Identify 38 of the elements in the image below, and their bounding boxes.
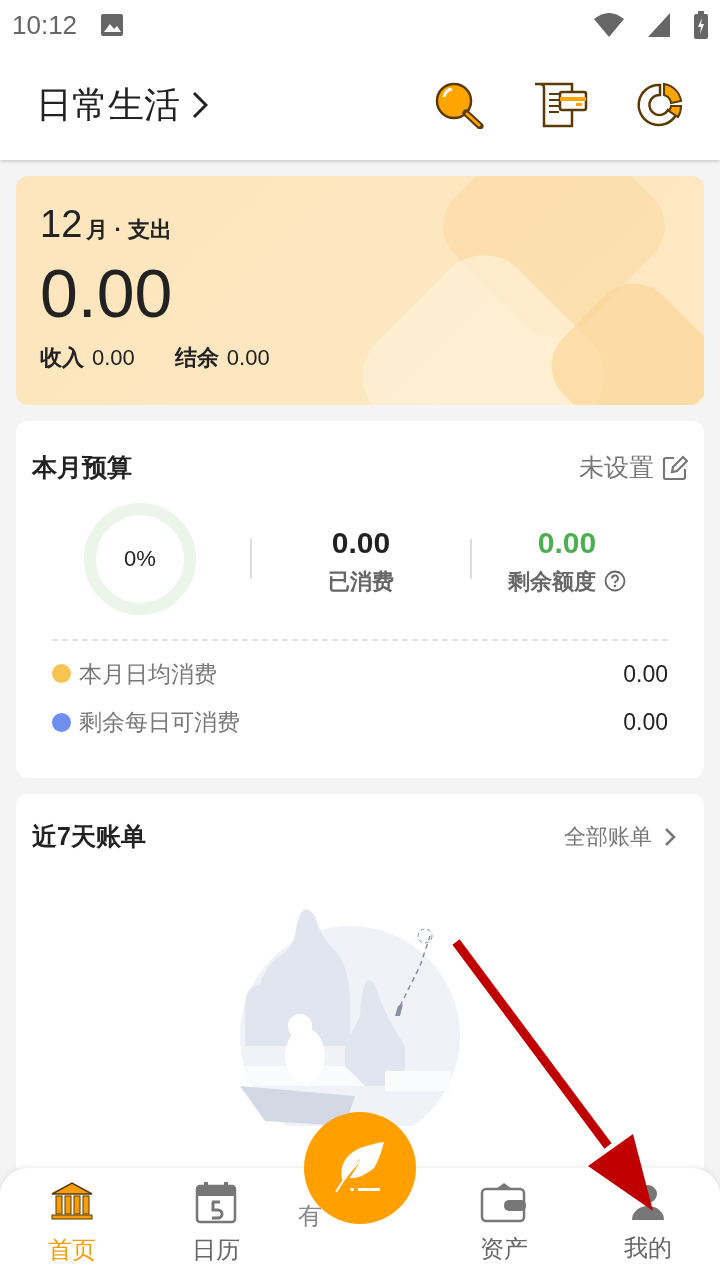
pie-chart-icon[interactable] [636,81,684,129]
wallet-icon [480,1181,528,1223]
wifi-icon [594,13,624,37]
nav-tab[interactable]: 日历 [144,1168,288,1280]
chevron-icon[interactable] [664,826,676,847]
edit-icon[interactable] [662,454,688,481]
percent-text: 0% [124,545,156,573]
balance-label: 结余 [174,344,219,372]
remaining-value: 0.00 [537,524,597,561]
stat-label: 本月日均消费 [79,659,217,689]
empty-hint-text: 有 [298,1201,322,1231]
remaining-label: 剩余额度 [508,567,596,596]
month-label: 月 · 支出 [86,216,172,244]
bills-title: 近7天账单 [32,821,146,852]
battery-icon [694,11,708,39]
ledger-selector[interactable]: 日常生活 [36,78,208,132]
status-time: 10:12 [12,8,78,42]
stat-value: 0.00 [623,708,668,737]
calendar-icon [195,1180,237,1224]
signal-icon [648,13,670,37]
stat-value: 0.00 [623,659,668,689]
month-number: 12 [40,202,83,247]
chevron-icon [192,91,208,119]
stat-label: 剩余每日可消费 [79,708,240,737]
nav-tab[interactable]: 资产 [432,1168,576,1280]
income-label: 收入 [40,344,84,372]
help-icon[interactable] [604,570,626,592]
search-icon[interactable] [434,81,484,129]
income-value: 0.00 [92,344,135,372]
receipt-icon[interactable] [532,80,588,130]
all-bills-link[interactable]: 全部账单 [564,820,652,854]
spent-label: 已消费 [328,567,394,596]
balance-value: 0.00 [226,344,270,372]
budget-title: 本月预算 [32,452,132,483]
spent-value: 0.00 [331,524,391,561]
image-icon [101,14,124,36]
budget-setting[interactable]: 未设置 [579,449,654,487]
expense-amount: 0.00 [40,254,174,333]
